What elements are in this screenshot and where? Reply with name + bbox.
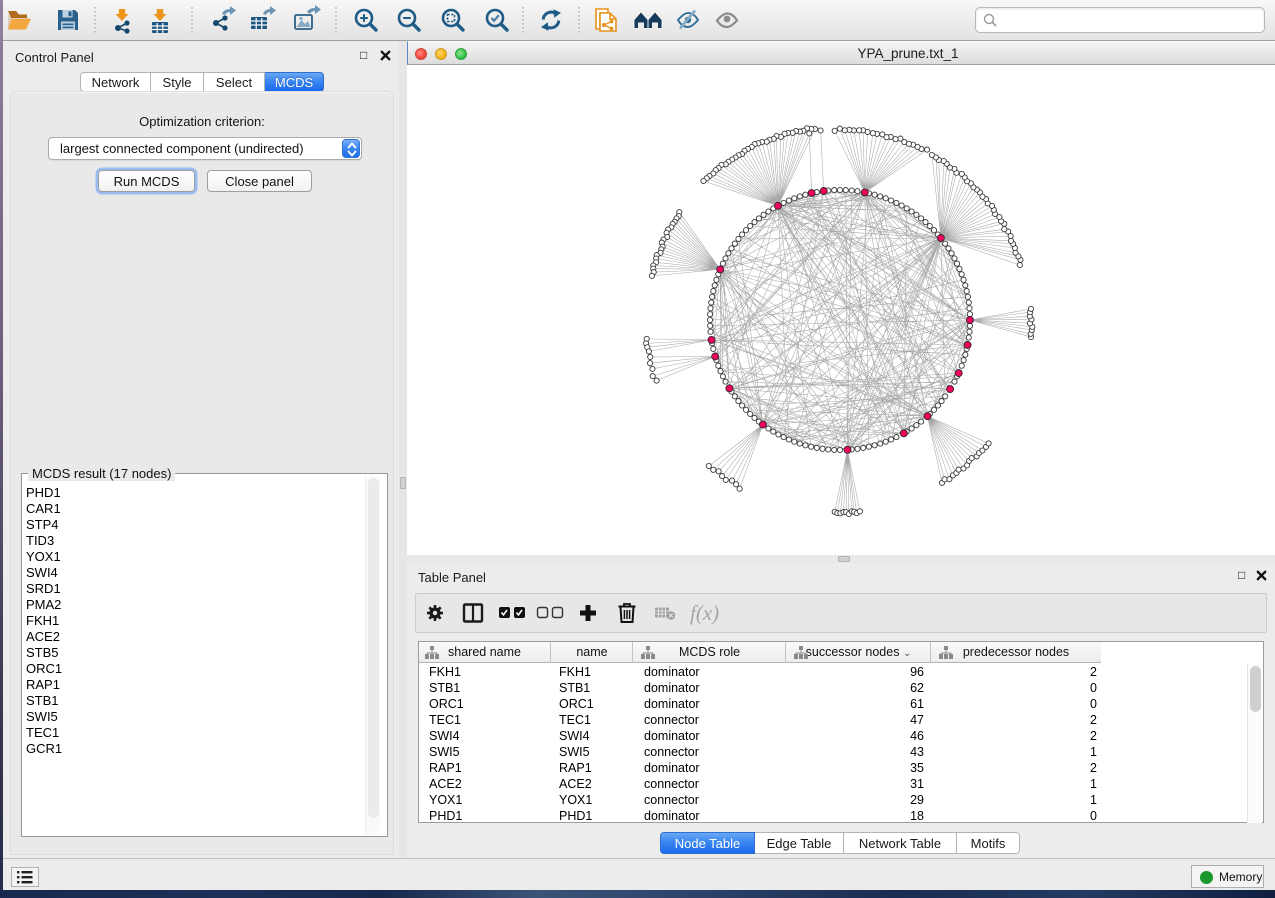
svg-text:f(x): f(x) — [690, 601, 719, 625]
